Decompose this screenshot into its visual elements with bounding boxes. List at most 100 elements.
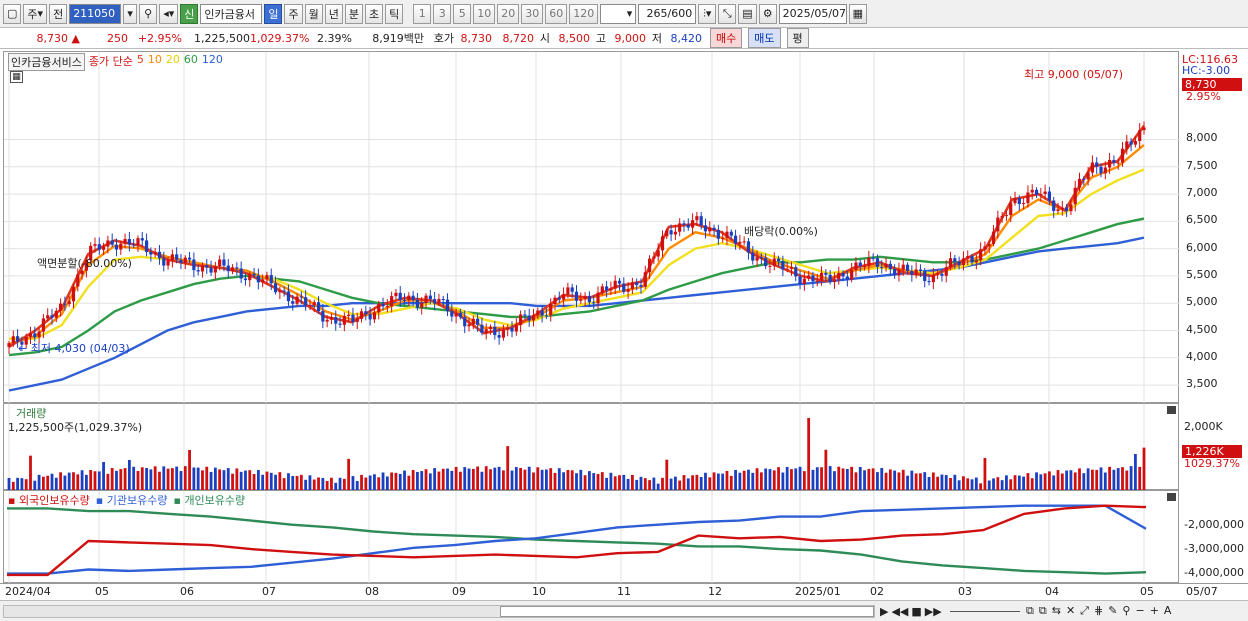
volume-bar xyxy=(476,466,480,490)
pen-icon[interactable]: ✎ xyxy=(1108,604,1117,618)
scroll-right-icon[interactable]: ▶ xyxy=(880,605,888,618)
volume-bar xyxy=(514,467,518,490)
tool-icons: ⧉ ⧉ ⇆ ✕ ⤢ ⋕ ✎ ⚲ − + A xyxy=(1026,604,1171,618)
volume-bar xyxy=(1129,466,1133,490)
candle-body xyxy=(1004,215,1009,217)
tab-year[interactable]: 년 xyxy=(324,3,343,24)
candle-body xyxy=(845,276,849,280)
candle-body xyxy=(230,267,235,272)
volume-bar xyxy=(1069,470,1073,490)
candle-body xyxy=(1034,189,1039,195)
tab-tick[interactable]: 틱 xyxy=(385,3,404,24)
compare-icon[interactable]: ⇆ xyxy=(1052,604,1061,618)
draw-tool-icon[interactable]: ⤡ xyxy=(718,3,737,24)
market-select[interactable]: 주 ▾ xyxy=(23,3,48,24)
copy-icon[interactable]: ⧉ xyxy=(1026,604,1034,618)
speaker-icon[interactable]: ◂▾ xyxy=(159,3,179,24)
plus-icon[interactable]: + xyxy=(1150,604,1159,618)
cross-icon[interactable]: ✕ xyxy=(1066,604,1075,618)
custom-period-input[interactable]: ▾ xyxy=(600,3,637,24)
high-label: 고 xyxy=(595,32,606,45)
search-icon[interactable]: ⚲ xyxy=(139,3,158,24)
scroll-thumb[interactable] xyxy=(500,605,874,617)
pane-close-icon[interactable] xyxy=(1167,406,1176,414)
candle-body xyxy=(1022,203,1026,205)
pane-close-icon[interactable] xyxy=(1167,493,1176,501)
volume-bar xyxy=(532,472,535,490)
candle-body xyxy=(226,265,230,272)
volume-chart[interactable] xyxy=(4,404,1180,491)
calendar-icon[interactable]: ▦ xyxy=(848,3,868,24)
sell-button[interactable]: 매도 xyxy=(748,28,781,48)
volume-pane: 거래량 1,225,500주(1,029.37%) xyxy=(3,403,1180,491)
candle-body xyxy=(239,268,243,279)
volume-bar xyxy=(368,475,372,490)
tab-week[interactable]: 주 xyxy=(284,3,303,24)
save-icon[interactable]: ▤ xyxy=(738,3,757,24)
price-chart[interactable] xyxy=(4,52,1180,404)
tab-month[interactable]: 월 xyxy=(304,3,323,24)
candle-body xyxy=(656,250,660,257)
chart-type-icon[interactable]: ⫶▾ xyxy=(698,3,717,24)
count-input[interactable]: 265/600 xyxy=(638,3,697,24)
candle-body xyxy=(613,280,617,289)
trend-icon[interactable]: ⤢ xyxy=(1080,604,1089,618)
candle-body xyxy=(850,270,854,280)
multiple-10[interactable]: 10 xyxy=(473,3,496,24)
rewind-icon[interactable]: ◀◀ xyxy=(891,605,908,618)
grid-icon[interactable]: ⋕ xyxy=(1094,604,1103,618)
volume-bar xyxy=(1073,472,1077,490)
volume-bar xyxy=(394,472,398,490)
candle-body xyxy=(364,311,368,315)
all-button[interactable]: 전 xyxy=(49,3,68,24)
multiple-20[interactable]: 20 xyxy=(497,3,520,24)
volume-bar xyxy=(837,466,841,490)
multiple-120[interactable]: 120 xyxy=(569,3,599,24)
minus-icon[interactable]: − xyxy=(1135,604,1144,618)
candle-body xyxy=(785,268,789,270)
eval-button[interactable]: 평 xyxy=(786,28,809,48)
paste-icon[interactable]: ⧉ xyxy=(1039,604,1047,618)
ma10-line xyxy=(8,143,1145,346)
multiple-3[interactable]: 3 xyxy=(433,3,452,24)
date-input[interactable]: 2025/05/07 xyxy=(778,3,847,24)
stop-icon[interactable]: ■ xyxy=(911,605,921,618)
multiple-60[interactable]: 60 xyxy=(545,3,568,24)
candle-body xyxy=(768,265,772,267)
stock-code-input[interactable]: 211050 xyxy=(69,3,122,24)
candle-body xyxy=(71,286,76,302)
candle-body xyxy=(987,244,991,247)
multiple-5[interactable]: 5 xyxy=(453,3,472,24)
candle-body xyxy=(1013,198,1017,204)
zoom-slider[interactable] xyxy=(950,611,1020,612)
code-dropdown-icon[interactable]: ▾ xyxy=(123,3,138,24)
candle-body xyxy=(721,237,725,239)
volume-bar xyxy=(592,473,596,490)
candle-body xyxy=(837,272,841,280)
gear-icon[interactable]: ⚙ xyxy=(758,3,777,24)
window-icon[interactable]: ▢ xyxy=(3,3,22,24)
candle-body xyxy=(248,273,252,281)
tab-second[interactable]: 초 xyxy=(364,3,384,24)
candle-body xyxy=(807,275,811,279)
multiple-30[interactable]: 30 xyxy=(521,3,544,24)
candle-body xyxy=(854,262,858,271)
candle-body xyxy=(67,301,71,305)
volume-bar xyxy=(235,468,239,490)
nav-controls: ▶ ◀◀ ■ ▶▶ xyxy=(880,605,942,618)
scroll-track[interactable] xyxy=(3,604,875,618)
forward-icon[interactable]: ▶▶ xyxy=(925,605,942,618)
holding-y-label-2: -3,000,000 xyxy=(1184,542,1244,555)
volume-bar xyxy=(510,470,514,490)
candle-body xyxy=(639,285,643,287)
tab-minute[interactable]: 분 xyxy=(344,3,363,24)
table-icon[interactable]: ▦ xyxy=(10,71,23,83)
volume-bar xyxy=(467,468,471,490)
candle-body xyxy=(957,261,961,265)
tab-day[interactable]: 일 xyxy=(264,3,283,24)
price-change: 250 xyxy=(107,31,128,45)
font-icon[interactable]: A xyxy=(1164,604,1172,618)
multiple-1[interactable]: 1 xyxy=(413,3,432,24)
buy-button[interactable]: 매수 xyxy=(710,28,743,48)
zoom-icon[interactable]: ⚲ xyxy=(1122,604,1130,618)
